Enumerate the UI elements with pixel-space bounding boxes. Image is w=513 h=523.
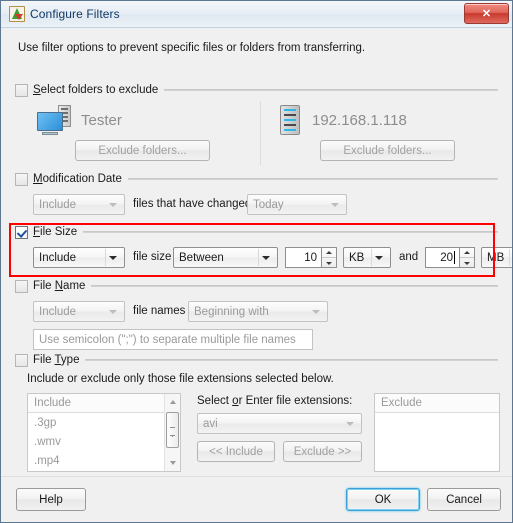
checkbox-select-folders[interactable] xyxy=(15,83,28,97)
exclude-folders-target-button[interactable]: Exclude folders... xyxy=(320,140,455,161)
chevron-down-icon xyxy=(109,202,117,207)
panel-divider xyxy=(260,101,261,165)
exclude-list-header: Exclude xyxy=(375,394,499,413)
file-size-min-unit-value: KB xyxy=(349,251,365,264)
modification-date-mode-dropdown[interactable]: Include xyxy=(33,194,125,215)
file-name-match-value: Beginning with xyxy=(194,305,269,318)
group-modification-date: Modification Date Include files that hav… xyxy=(15,172,498,216)
group-label-file-size: File Size xyxy=(33,226,78,238)
chevron-down-icon xyxy=(109,255,117,260)
extension-entry-dropdown[interactable]: avi xyxy=(197,413,362,434)
file-size-min-input[interactable]: 10 xyxy=(285,247,322,268)
dialog-body: Use filter options to prevent specific f… xyxy=(1,28,512,498)
file-name-mode-dropdown[interactable]: Include xyxy=(33,301,125,322)
configure-filters-dialog: Configure Filters ✕ Use filter options t… xyxy=(0,0,513,523)
server-icon xyxy=(280,105,300,135)
intro-text: Use filter options to prevent specific f… xyxy=(18,42,366,54)
file-size-comparison-dropdown[interactable]: Between xyxy=(173,247,278,268)
group-divider xyxy=(85,359,498,361)
list-item[interactable]: .mp4 xyxy=(28,451,180,470)
checkbox-file-type[interactable] xyxy=(15,353,28,367)
computer-icon xyxy=(37,105,71,135)
scrollbar-thumb[interactable] xyxy=(166,412,179,448)
file-name-input[interactable]: Use semicolon (";") to separate multiple… xyxy=(33,329,313,350)
group-file-size: File Size Include file size Between 10 K… xyxy=(15,225,512,271)
group-select-folders: Select folders to exclude Tester Exclude… xyxy=(15,83,498,167)
source-device: Tester xyxy=(37,105,122,135)
chevron-down-icon xyxy=(331,202,339,207)
group-header-file-size: File Size xyxy=(15,225,498,239)
file-size-max-unit-dropdown[interactable]: MB xyxy=(481,247,512,268)
group-label-modification-date: Modification Date xyxy=(33,173,122,185)
filter-app-icon xyxy=(9,6,25,22)
file-name-match-dropdown[interactable]: Beginning with xyxy=(188,301,328,322)
group-label-select-folders: Select folders to exclude xyxy=(33,84,159,96)
chevron-down-icon xyxy=(109,309,117,314)
modification-date-period-dropdown[interactable]: Today xyxy=(247,194,347,215)
chevron-down-icon xyxy=(346,421,354,426)
group-file-name: File Name Include file names Beginning w… xyxy=(15,279,498,353)
file-size-min-stepper[interactable] xyxy=(322,247,337,268)
exclude-folders-source-button[interactable]: Exclude folders... xyxy=(75,140,210,161)
file-type-extensions-label: Select or Enter file extensions: xyxy=(197,395,353,407)
scroll-up-icon[interactable] xyxy=(165,394,180,410)
source-device-name: Tester xyxy=(81,111,122,129)
group-divider xyxy=(83,231,498,233)
scroll-down-icon[interactable] xyxy=(165,455,180,471)
checkbox-file-size[interactable] xyxy=(15,225,28,239)
text-caret xyxy=(454,251,455,264)
file-size-and-text: and xyxy=(399,251,419,263)
target-device-name: 192.168.1.118 xyxy=(312,111,407,129)
cancel-button[interactable]: Cancel xyxy=(427,488,501,511)
group-label-file-name: File Name xyxy=(33,280,86,292)
group-label-file-type: File Type xyxy=(33,354,80,366)
close-icon[interactable]: ✕ xyxy=(464,3,509,24)
exclude-extensions-listbox[interactable]: Exclude xyxy=(374,393,500,472)
group-file-type: File Type Include or exclude only those … xyxy=(15,353,500,487)
chevron-down-icon xyxy=(312,309,320,314)
list-item[interactable]: .wmv xyxy=(28,432,180,451)
dialog-footer: Help OK Cancel xyxy=(1,476,512,522)
file-size-min-unit-dropdown[interactable]: KB xyxy=(343,247,391,268)
ok-button[interactable]: OK xyxy=(346,488,420,511)
checkbox-modification-date[interactable] xyxy=(15,172,28,186)
chevron-down-icon xyxy=(262,255,270,260)
file-size-comparison-value: Between xyxy=(179,251,224,264)
file-size-max-value: 20 xyxy=(440,251,453,264)
group-header-file-type: File Type xyxy=(15,353,498,367)
file-size-middle-text: file size xyxy=(133,251,172,263)
include-list-header: Include xyxy=(28,394,180,413)
group-header-select-folders: Select folders to exclude xyxy=(15,83,498,97)
file-size-max-input[interactable]: 20 xyxy=(425,247,460,268)
window-title: Configure Filters xyxy=(30,7,120,21)
checkbox-file-name[interactable] xyxy=(15,279,28,293)
help-button[interactable]: Help xyxy=(16,488,86,511)
include-list-scrollbar[interactable] xyxy=(164,394,180,471)
file-size-max-stepper[interactable] xyxy=(460,247,475,268)
group-divider xyxy=(127,178,498,180)
file-name-placeholder: Use semicolon (";") to separate multiple… xyxy=(39,333,296,346)
extension-entry-value: avi xyxy=(203,417,218,430)
include-extension-button[interactable]: << Include xyxy=(197,441,275,462)
include-extensions-listbox[interactable]: Include .3gp .wmv .mp4 xyxy=(27,393,181,472)
target-device: 192.168.1.118 xyxy=(280,105,407,135)
modification-date-mode-value: Include xyxy=(39,198,77,211)
chevron-down-icon xyxy=(375,255,383,260)
file-name-mode-value: Include xyxy=(39,305,77,318)
file-type-description: Include or exclude only those file exten… xyxy=(27,373,334,385)
group-divider xyxy=(164,89,498,91)
file-size-mode-dropdown[interactable]: Include xyxy=(33,247,125,268)
group-header-file-name: File Name xyxy=(15,279,498,293)
group-divider xyxy=(91,285,498,287)
file-size-max-unit-value: MB xyxy=(487,251,505,264)
modification-date-middle-text: files that have changed xyxy=(133,198,252,210)
modification-date-period-value: Today xyxy=(253,198,284,211)
group-header-modification-date: Modification Date xyxy=(15,172,498,186)
title-bar: Configure Filters ✕ xyxy=(1,1,512,28)
list-item[interactable]: .3gp xyxy=(28,413,180,432)
file-name-middle-text: file names xyxy=(133,305,186,317)
file-size-mode-value: Include xyxy=(39,251,77,264)
exclude-extension-button[interactable]: Exclude >> xyxy=(283,441,362,462)
